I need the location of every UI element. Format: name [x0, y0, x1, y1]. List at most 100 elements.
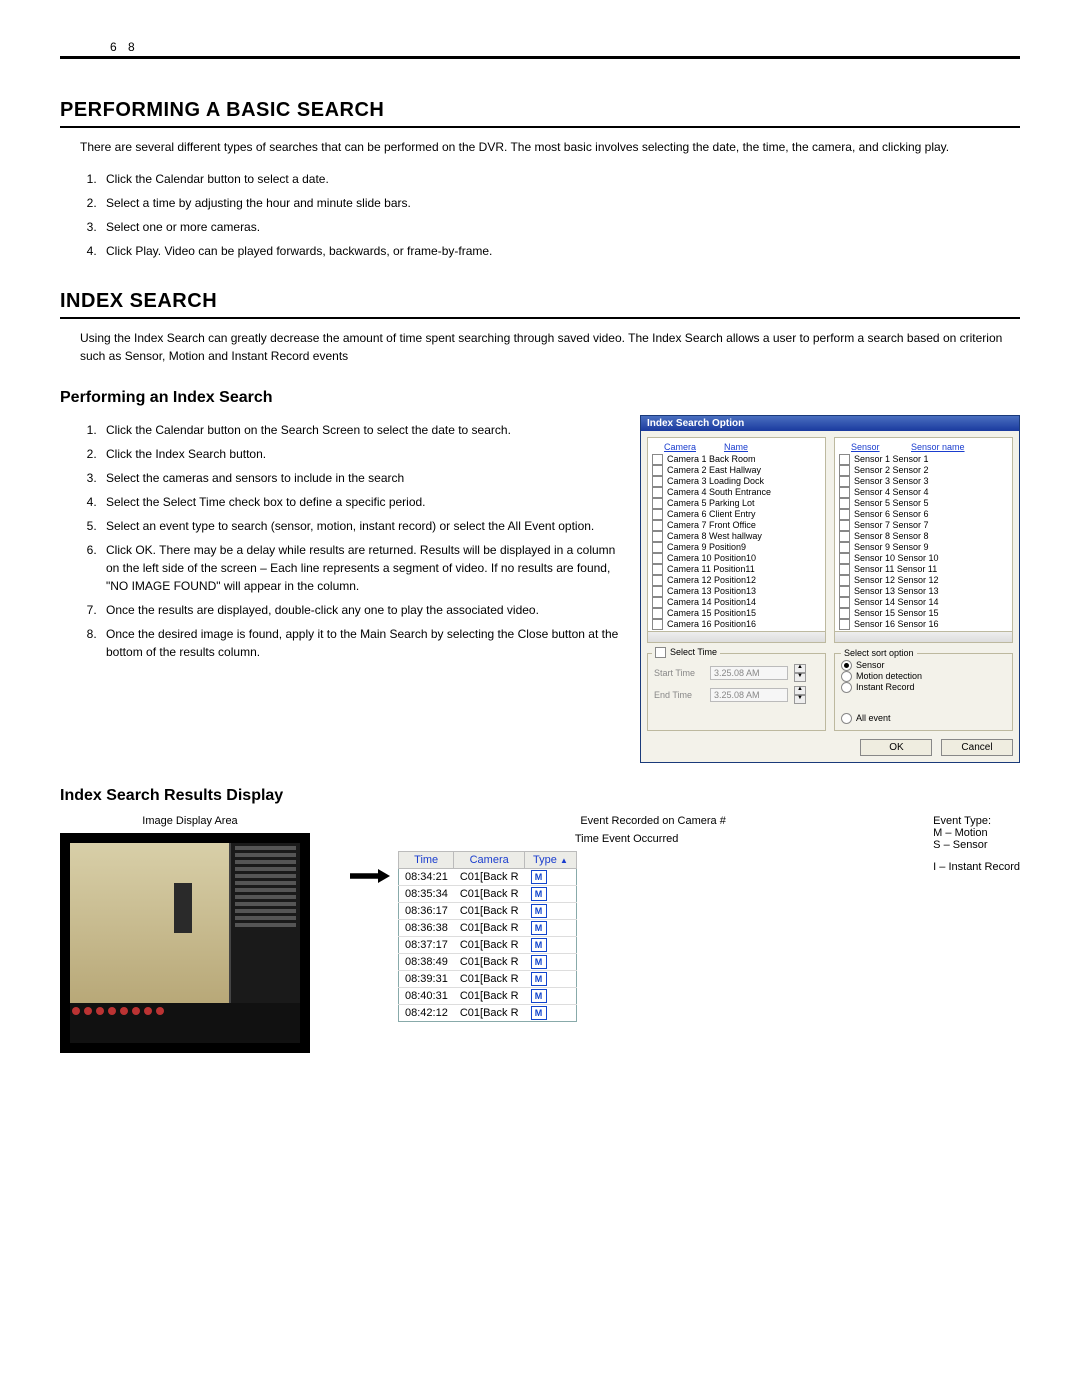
cancel-button[interactable]: Cancel — [941, 739, 1013, 756]
list-item[interactable]: Sensor 15 Sensor 15 — [839, 608, 1008, 619]
list-item[interactable]: Camera 14 Position14 — [652, 597, 821, 608]
checkbox[interactable] — [652, 531, 663, 542]
checkbox[interactable] — [839, 487, 850, 498]
list-item[interactable]: Camera 1 Back Room — [652, 454, 821, 465]
start-time-field[interactable] — [710, 666, 788, 680]
checkbox[interactable] — [652, 564, 663, 575]
list-item[interactable]: Sensor 1 Sensor 1 — [839, 454, 1008, 465]
checkbox[interactable] — [652, 553, 663, 564]
table-row[interactable]: 08:36:17C01[Back RM — [399, 903, 577, 920]
sensor-name-col-header[interactable]: Sensor name — [911, 442, 965, 452]
table-row[interactable]: 08:39:31C01[Back RM — [399, 971, 577, 988]
checkbox[interactable] — [652, 575, 663, 586]
column-header[interactable]: Camera — [454, 852, 525, 869]
checkbox[interactable] — [839, 531, 850, 542]
end-time-spinner[interactable]: ▲▼ — [794, 686, 806, 704]
page-number: 6 8 — [110, 40, 139, 54]
checkbox[interactable] — [652, 487, 663, 498]
list-item[interactable]: Sensor 14 Sensor 14 — [839, 597, 1008, 608]
table-row[interactable]: 08:40:31C01[Back RM — [399, 988, 577, 1005]
subheading-results-display: Index Search Results Display — [60, 787, 1020, 805]
checkbox[interactable] — [839, 498, 850, 509]
scroll-right-icon[interactable]: › — [1000, 632, 1012, 642]
checkbox[interactable] — [839, 520, 850, 531]
list-item: Once the results are displayed, double-c… — [100, 601, 620, 619]
checkbox[interactable] — [839, 586, 850, 597]
checkbox[interactable] — [652, 509, 663, 520]
checkbox[interactable] — [839, 454, 850, 465]
select-time-checkbox[interactable] — [655, 647, 666, 658]
list-item[interactable]: Camera 8 West hallway — [652, 531, 821, 542]
start-time-spinner[interactable]: ▲▼ — [794, 664, 806, 682]
list-item[interactable]: Camera 9 Position9 — [652, 542, 821, 553]
column-header[interactable]: Type ▲ — [525, 852, 577, 869]
list-item[interactable]: Sensor 6 Sensor 6 — [839, 509, 1008, 520]
checkbox[interactable] — [652, 542, 663, 553]
list-item[interactable]: Camera 5 Parking Lot — [652, 498, 821, 509]
camera-col-header[interactable]: Camera — [664, 442, 724, 452]
table-row[interactable]: 08:38:49C01[Back RM — [399, 954, 577, 971]
scroll-left-icon[interactable]: ‹ — [648, 632, 660, 642]
sensor-col-header[interactable]: Sensor — [851, 442, 911, 452]
list-item[interactable]: Camera 7 Front Office — [652, 520, 821, 531]
radio-sensor[interactable] — [841, 660, 852, 671]
checkbox[interactable] — [839, 564, 850, 575]
checkbox[interactable] — [839, 542, 850, 553]
checkbox[interactable] — [839, 509, 850, 520]
list-item[interactable]: Sensor 13 Sensor 13 — [839, 586, 1008, 597]
list-item[interactable]: Camera 3 Loading Dock — [652, 476, 821, 487]
column-header[interactable]: Time — [399, 852, 454, 869]
list-item[interactable]: Sensor 8 Sensor 8 — [839, 531, 1008, 542]
list-item[interactable]: Sensor 2 Sensor 2 — [839, 465, 1008, 476]
scroll-right-icon[interactable]: › — [813, 632, 825, 642]
list-item[interactable]: Camera 12 Position12 — [652, 575, 821, 586]
checkbox[interactable] — [839, 608, 850, 619]
checkbox[interactable] — [839, 465, 850, 476]
list-item[interactable]: Sensor 11 Sensor 11 — [839, 564, 1008, 575]
list-item[interactable]: Sensor 10 Sensor 10 — [839, 553, 1008, 564]
list-item[interactable]: Camera 15 Position15 — [652, 608, 821, 619]
checkbox[interactable] — [839, 575, 850, 586]
list-item[interactable]: Sensor 5 Sensor 5 — [839, 498, 1008, 509]
checkbox[interactable] — [839, 597, 850, 608]
name-col-header[interactable]: Name — [724, 442, 748, 452]
list-item[interactable]: Sensor 7 Sensor 7 — [839, 520, 1008, 531]
list-item[interactable]: Sensor 4 Sensor 4 — [839, 487, 1008, 498]
list-item[interactable]: Camera 6 Client Entry — [652, 509, 821, 520]
list-item[interactable]: Camera 11 Position11 — [652, 564, 821, 575]
list-item[interactable]: Sensor 16 Sensor 16 — [839, 619, 1008, 630]
radio-motion[interactable] — [841, 671, 852, 682]
checkbox[interactable] — [652, 586, 663, 597]
camera-list-panel[interactable]: CameraName Camera 1 Back RoomCamera 2 Ea… — [647, 437, 826, 643]
list-item[interactable]: Sensor 3 Sensor 3 — [839, 476, 1008, 487]
checkbox[interactable] — [652, 597, 663, 608]
end-time-field[interactable] — [710, 688, 788, 702]
checkbox[interactable] — [652, 465, 663, 476]
list-item[interactable]: Sensor 12 Sensor 12 — [839, 575, 1008, 586]
list-item[interactable]: Camera 4 South Entrance — [652, 487, 821, 498]
checkbox[interactable] — [652, 498, 663, 509]
checkbox[interactable] — [839, 553, 850, 564]
list-item[interactable]: Camera 2 East Hallway — [652, 465, 821, 476]
list-item[interactable]: Camera 10 Position10 — [652, 553, 821, 564]
checkbox[interactable] — [652, 520, 663, 531]
ok-button[interactable]: OK — [860, 739, 932, 756]
radio-all-event[interactable] — [841, 713, 852, 724]
list-item[interactable]: Sensor 9 Sensor 9 — [839, 542, 1008, 553]
table-row[interactable]: 08:36:38C01[Back RM — [399, 920, 577, 937]
checkbox[interactable] — [652, 454, 663, 465]
scroll-left-icon[interactable]: ‹ — [835, 632, 847, 642]
checkbox[interactable] — [839, 619, 850, 630]
list-item[interactable]: Camera 13 Position13 — [652, 586, 821, 597]
sensor-list-panel[interactable]: SensorSensor name Sensor 1 Sensor 1Senso… — [834, 437, 1013, 643]
table-row[interactable]: 08:35:34C01[Back RM — [399, 886, 577, 903]
checkbox[interactable] — [652, 476, 663, 487]
table-row[interactable]: 08:42:12C01[Back RM — [399, 1005, 577, 1022]
checkbox[interactable] — [652, 608, 663, 619]
checkbox[interactable] — [839, 476, 850, 487]
table-row[interactable]: 08:37:17C01[Back RM — [399, 937, 577, 954]
checkbox[interactable] — [652, 619, 663, 630]
list-item[interactable]: Camera 16 Position16 — [652, 619, 821, 630]
radio-instant[interactable] — [841, 682, 852, 693]
table-row[interactable]: 08:34:21C01[Back RM — [399, 869, 577, 886]
